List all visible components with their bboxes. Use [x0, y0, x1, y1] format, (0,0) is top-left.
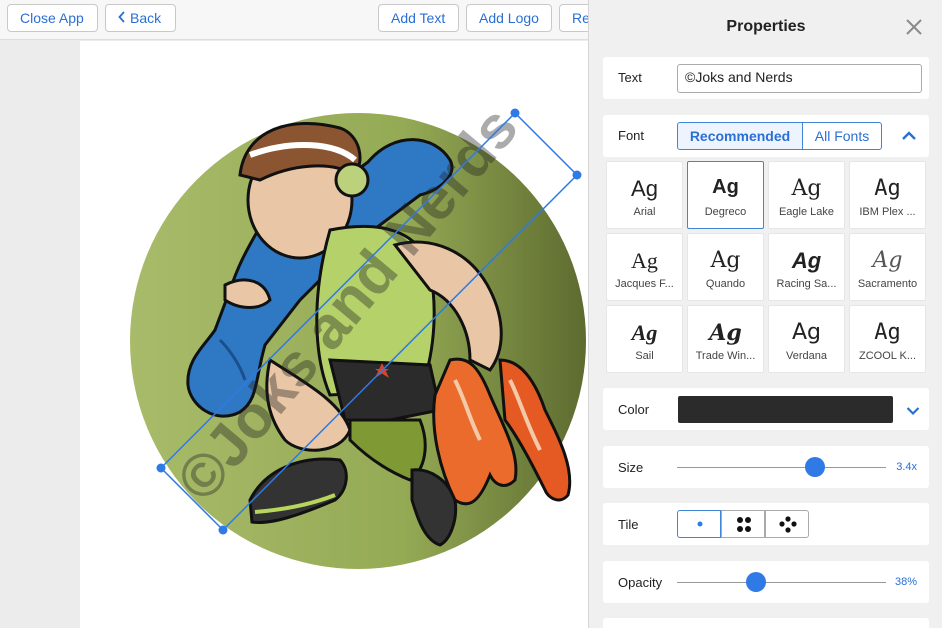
font-name: ZCOOL K...	[858, 350, 917, 362]
opacity-section: Opacity 38%	[603, 561, 929, 603]
font-name: Verdana	[786, 350, 827, 362]
font-section: Font Recommended All Fonts	[603, 115, 929, 157]
color-swatch[interactable]	[678, 396, 893, 423]
partial-toolbar-label: Re	[572, 10, 588, 26]
chevron-left-icon	[118, 5, 126, 31]
opacity-slider-thumb[interactable]	[746, 572, 767, 592]
text-label: Text	[618, 70, 642, 85]
font-tile-verdana[interactable]: Ag Verdana	[768, 305, 845, 373]
font-tile-degreco[interactable]: Ag Degreco	[687, 161, 764, 229]
tab-recommended[interactable]: Recommended	[677, 122, 803, 150]
font-name: Quando	[705, 278, 746, 290]
chevron-down-icon	[906, 407, 920, 416]
panel-title: Properties	[726, 18, 806, 35]
font-label: Font	[618, 128, 645, 143]
size-section: Size 3.4x	[603, 446, 929, 488]
collapse-fonts-button[interactable]	[901, 129, 917, 147]
top-toolbar: Close App Back Add Text Add Logo Re	[0, 0, 588, 40]
font-preview: Ag	[874, 176, 901, 201]
resize-handle[interactable]	[572, 170, 582, 180]
font-tile-sail[interactable]: Ag Sail	[606, 305, 683, 373]
font-preview: Ag	[710, 248, 741, 273]
font-preview: Ag	[709, 320, 742, 346]
font-tile-trade-winds[interactable]: Ag Trade Win...	[687, 305, 764, 373]
font-preview: Ag	[791, 248, 822, 273]
opacity-label: Opacity	[618, 575, 663, 590]
font-name: Eagle Lake	[778, 206, 835, 218]
add-logo-label: Add Logo	[479, 10, 539, 26]
font-tile-racing-sans[interactable]: Ag Racing Sa...	[768, 233, 845, 301]
close-app-button[interactable]: Close App	[7, 4, 98, 32]
close-icon	[906, 19, 922, 35]
design-artwork: ©Joks and Nerds	[130, 94, 586, 569]
resize-handle[interactable]	[218, 525, 228, 535]
font-name: Sacramento	[857, 278, 918, 290]
single-dot-icon	[697, 521, 703, 527]
add-text-label: Add Text	[391, 10, 446, 26]
font-name: IBM Plex ...	[859, 206, 916, 218]
font-tile-sacramento[interactable]: Ag Sacramento	[849, 233, 926, 301]
font-name: Trade Win...	[695, 350, 756, 362]
font-preview: Ag	[631, 176, 658, 201]
font-preview: Ag	[791, 320, 821, 345]
font-tile-jacques-francois[interactable]: Ag Jacques F...	[606, 233, 683, 301]
font-preview: Ag	[631, 320, 658, 345]
font-name: Jacques F...	[615, 278, 674, 290]
font-tile-ibm-plex[interactable]: Ag IBM Plex ...	[849, 161, 926, 229]
properties-panel: Properties Text ©Joks and Nerds Font Rec…	[588, 0, 942, 628]
size-slider-thumb[interactable]	[804, 457, 825, 477]
grid-dots-icon	[737, 517, 751, 532]
resize-handle[interactable]	[156, 463, 166, 473]
add-logo-button[interactable]: Add Logo	[466, 4, 552, 32]
font-name: Racing Sa...	[776, 278, 837, 290]
panel-header: Properties	[589, 0, 942, 55]
scatter-dots-icon	[779, 516, 797, 533]
partial-toolbar-button[interactable]: Re	[559, 4, 588, 32]
color-section: Color	[603, 388, 929, 430]
tile-grid-button[interactable]	[721, 510, 765, 538]
editor-area: Close App Back Add Text Add Logo Re	[0, 0, 588, 628]
tile-single-button[interactable]	[677, 510, 721, 538]
font-tile-eagle-lake[interactable]: Ag Eagle Lake	[768, 161, 845, 229]
tile-scatter-button[interactable]	[765, 510, 809, 538]
close-panel-button[interactable]	[905, 18, 923, 36]
next-section-partial	[603, 618, 929, 628]
size-label: Size	[618, 460, 644, 475]
back-label: Back	[130, 10, 162, 26]
size-value: 3.4x	[896, 461, 917, 473]
close-app-label: Close App	[20, 10, 84, 26]
text-section: Text ©Joks and Nerds	[603, 57, 929, 99]
font-preview: Ag	[872, 248, 903, 273]
font-tile-quando[interactable]: Ag Quando	[687, 233, 764, 301]
font-preview: Ag	[631, 248, 658, 273]
resize-handle[interactable]	[510, 108, 520, 118]
add-text-button[interactable]: Add Text	[378, 4, 459, 32]
font-name: Sail	[635, 350, 654, 362]
font-name: Degreco	[704, 206, 747, 218]
font-preview: Ag	[874, 320, 901, 345]
tile-section: Tile	[603, 503, 929, 545]
back-button[interactable]: Back	[105, 4, 176, 32]
tab-all-fonts[interactable]: All Fonts	[802, 122, 882, 150]
tile-label: Tile	[618, 517, 639, 532]
opacity-slider-track[interactable]	[677, 582, 886, 583]
text-input[interactable]: ©Joks and Nerds	[677, 64, 922, 93]
font-name: Arial	[633, 206, 656, 218]
chevron-up-icon	[902, 131, 916, 140]
color-label: Color	[618, 402, 650, 417]
opacity-value: 38%	[894, 576, 917, 588]
font-preview: Ag	[791, 176, 822, 201]
color-dropdown-button[interactable]	[906, 403, 920, 421]
size-slider-track[interactable]	[677, 467, 886, 468]
design-canvas[interactable]: ©Joks and Nerds	[80, 41, 588, 628]
font-tile-zcool[interactable]: Ag ZCOOL K...	[849, 305, 926, 373]
font-tile-arial[interactable]: Ag Arial	[606, 161, 683, 229]
font-preview: Ag	[712, 176, 739, 198]
